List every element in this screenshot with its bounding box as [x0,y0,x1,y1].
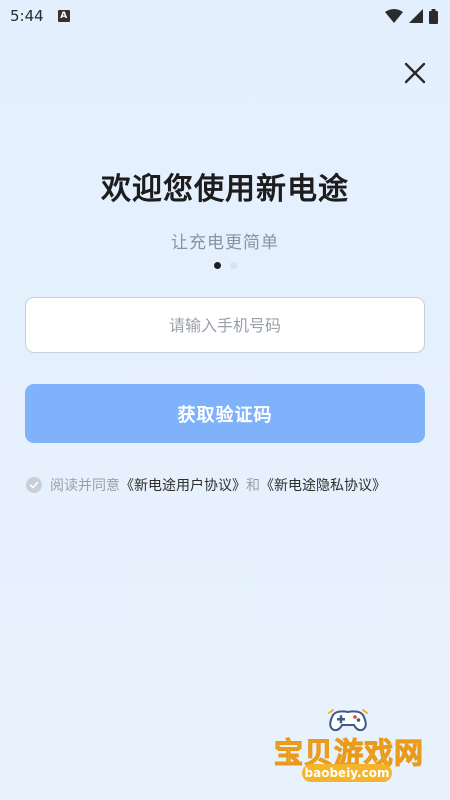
close-icon [404,62,426,84]
status-bar: 5:44 A [0,0,450,32]
notification-app-icon: A [57,10,70,22]
check-icon [29,481,39,489]
close-button[interactable] [400,58,430,88]
agreement-conjunction: 和 [246,478,260,494]
agreement-checkbox[interactable] [26,477,42,493]
agreement-row: 阅读并同意 《新电途用户协议》 和 《新电途隐私协议》 [26,474,436,496]
page-indicator-dot-inactive [229,262,237,269]
watermark: 宝贝游戏网 baobeiy.com [272,706,424,791]
status-bar-right [385,8,438,24]
page-indicator [0,262,450,269]
page-subtitle: 让充电更简单 [171,233,279,253]
phone-number-input[interactable] [26,314,424,336]
agreement-prefix: 阅读并同意 [50,478,120,494]
phone-input-container [25,297,425,353]
user-agreement-link[interactable]: 《新电途用户协议》 [120,475,246,495]
page-indicator-dot-active [213,262,221,269]
watermark-url: baobeiy.com [302,764,392,782]
wifi-icon [385,9,403,23]
signal-icon [409,9,423,23]
status-bar-left: 5:44 A [10,7,70,25]
battery-icon [429,8,438,24]
page-title: 欢迎您使用新电途 [101,172,349,207]
status-time: 5:44 [10,7,44,25]
get-code-button[interactable]: 获取验证码 [25,384,425,443]
privacy-policy-link[interactable]: 《新电途隐私协议》 [260,475,386,495]
